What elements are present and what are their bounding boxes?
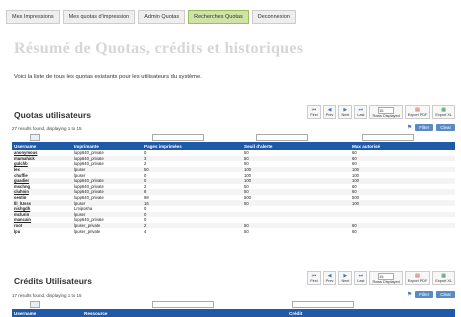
quotas-rows-label: Rows Displayed <box>372 113 400 118</box>
quotas-export-xls-label: Export XL <box>435 112 452 117</box>
table-row: lpu lpuser_private 4 50 60 <box>12 228 455 234</box>
credits-export-xls-button[interactable]: ▦ Export XL <box>432 271 455 285</box>
quotas-filter-button[interactable]: Filter <box>415 124 434 131</box>
intro-text: Voici la liste de tous les quotas exista… <box>14 74 202 80</box>
credits-first-label: First <box>310 278 318 283</box>
credits-filter-button[interactable]: Filter <box>415 291 434 298</box>
column-header[interactable]: Imprimante <box>72 142 142 150</box>
credits-first-button[interactable]: ⏮ First <box>307 271 321 285</box>
quotas-export-pdf-button[interactable]: ▤ Export PDF <box>404 105 431 119</box>
quotas-first-label: First <box>310 112 318 117</box>
quotas-filter-max[interactable] <box>362 134 414 141</box>
quotas-export-pdf-label: Export PDF <box>407 112 428 117</box>
quotas-filter-row <box>12 134 455 141</box>
filter-icon: ⚑ <box>406 292 413 298</box>
credits-export-xls-label: Export XL <box>435 278 452 283</box>
quotas-filter-bar: ⚑ Filter Clear <box>407 124 455 131</box>
credits-rows-label: Rows Displayed <box>372 279 400 284</box>
tab-recherches-quotas[interactable]: Recherches Quotas <box>188 10 249 24</box>
credits-last-label: Last <box>357 278 365 283</box>
quotas-filter-select[interactable] <box>30 134 40 141</box>
credits-filter-credit[interactable] <box>292 301 354 308</box>
tab-admin-quotas[interactable]: Admin Quotas <box>138 10 186 24</box>
quotas-next-button[interactable]: ▶ Next <box>338 105 353 119</box>
quotas-export-xls-button[interactable]: ▦ Export XL <box>432 105 455 119</box>
tab-deconnexion[interactable]: Deconnexion <box>251 10 296 24</box>
tab-mes-impressions[interactable]: Mes Impressions <box>6 10 60 24</box>
quotas-last-button[interactable]: ⏭ Last <box>354 105 368 119</box>
credits-results-count: 17 results found, displaying 1 to 15 <box>12 293 82 298</box>
credits-next-button[interactable]: ▶ Next <box>338 271 353 285</box>
credits-export-pdf-button[interactable]: ▤ Export PDF <box>404 271 431 285</box>
credits-section-title: Crédits Utilisateurs <box>14 276 92 286</box>
quotas-clear-button[interactable]: Clear <box>436 124 455 131</box>
quotas-prev-button[interactable]: ◀ Prev <box>322 105 337 119</box>
column-header[interactable]: Username <box>12 142 72 150</box>
table-cell: 4 <box>144 228 147 234</box>
table-cell: 60 <box>352 228 357 234</box>
credits-export-pdf-label: Export PDF <box>407 278 428 283</box>
page-title: Résumé de Quotas, crédits et historiques <box>14 40 304 57</box>
credits-next-label: Next <box>341 278 350 283</box>
quotas-prev-label: Prev <box>325 112 334 117</box>
credits-clear-button[interactable]: Clear <box>436 291 455 298</box>
quotas-filter-pages[interactable] <box>152 134 204 141</box>
credits-pager: ⏮ First ◀ Prev ▶ Next ⏭ Last 15 Rows Displaye… <box>307 271 455 285</box>
quotas-pager: ⏮ First ◀ Prev ▶ Next ⏭ Last 15 Rows Displaye… <box>307 105 455 119</box>
table-cell: 50 <box>244 228 249 234</box>
table-cell: lpuser_private <box>74 228 101 234</box>
filter-icon: ⚑ <box>406 125 413 131</box>
quotas-section-title: Quotas utilisateurs <box>14 110 91 120</box>
quotas-rows-displayed[interactable]: 15 Rows Displayed <box>369 105 403 119</box>
credits-filter-ressource[interactable] <box>152 301 214 308</box>
quotas-filter-seuil[interactable] <box>256 134 308 141</box>
column-header[interactable]: Seuil d'alerte <box>242 142 350 150</box>
quotas-results-count: 27 results found, displaying 1 to 15 <box>12 126 82 131</box>
credits-filter-select[interactable] <box>30 301 40 308</box>
column-header[interactable]: Max autorisé <box>350 142 455 150</box>
quotas-rows-input[interactable]: 15 <box>378 106 395 114</box>
quotas-table: Username Imprimante Pages imprimées Seuil d… <box>12 142 455 234</box>
username-link[interactable]: lpu <box>12 228 72 234</box>
credits-filter-row <box>12 301 455 308</box>
quotas-last-label: Last <box>357 112 365 117</box>
credits-rows-input[interactable]: 15 <box>378 272 395 280</box>
credits-last-button[interactable]: ⏭ Last <box>354 271 368 285</box>
credits-filter-bar: ⚑ Filter Clear <box>407 291 455 298</box>
quotas-first-button[interactable]: ⏮ First <box>307 105 321 119</box>
tab-bar: Mes Impressions Mes quotas d'impression … <box>6 10 296 24</box>
credits-rows-displayed[interactable]: 15 Rows Displayed <box>369 271 403 285</box>
column-header[interactable]: Pages imprimées <box>142 142 242 150</box>
credits-prev-label: Prev <box>325 278 334 283</box>
quotas-next-label: Next <box>341 112 350 117</box>
tab-mes-quotas[interactable]: Mes quotas d'impression <box>62 10 136 24</box>
credits-prev-button[interactable]: ◀ Prev <box>322 271 337 285</box>
